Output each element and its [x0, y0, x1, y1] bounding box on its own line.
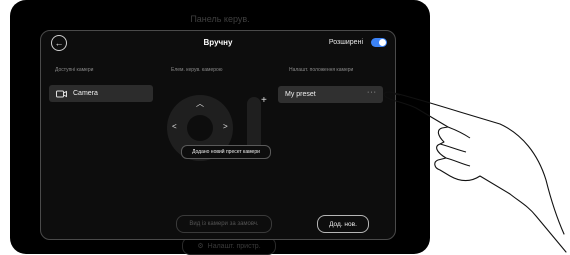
- background-settings-label: Налашт. пристр.: [207, 242, 261, 250]
- camera-icon: [56, 90, 67, 97]
- chevron-up-icon[interactable]: ︿: [196, 100, 204, 108]
- zoom-in-icon[interactable]: +: [261, 95, 267, 106]
- preset-added-toast: Додано новий пресет камери: [181, 145, 271, 159]
- chevron-right-icon[interactable]: >: [223, 123, 228, 131]
- advanced-toggle[interactable]: [371, 38, 387, 47]
- advanced-label: Розширені: [328, 39, 363, 46]
- saved-presets-heading: Налашт. положення камери: [289, 67, 354, 73]
- preset-list-item[interactable]: My preset ···: [278, 86, 383, 103]
- background-title: Панель керув.: [190, 14, 250, 24]
- camera-control-heading: Елем. керув. камерою: [171, 67, 223, 73]
- available-cameras-heading: Доступні камери: [55, 67, 94, 73]
- preset-name: My preset: [285, 91, 316, 98]
- manual-camera-panel: ← Вручну Розширені Доступні камери Елем.…: [40, 30, 396, 240]
- chevron-left-icon[interactable]: <: [172, 123, 177, 131]
- dpad-center: [187, 115, 213, 141]
- toggle-knob: [379, 39, 386, 46]
- add-new-preset-button[interactable]: Дод. нов.: [317, 215, 369, 233]
- camera-name: Camera: [73, 90, 98, 97]
- gear-icon: ⚙: [197, 243, 204, 250]
- device-screen: Панель керув. ⚙ Налашт. пристр. ← Вручну…: [10, 0, 430, 255]
- more-options-icon[interactable]: ···: [367, 89, 377, 96]
- pointing-hand-illustration: [383, 91, 567, 253]
- view-from-default-camera-button: Вид із камери за замовч.: [176, 215, 272, 233]
- camera-list-item[interactable]: Camera: [49, 85, 153, 102]
